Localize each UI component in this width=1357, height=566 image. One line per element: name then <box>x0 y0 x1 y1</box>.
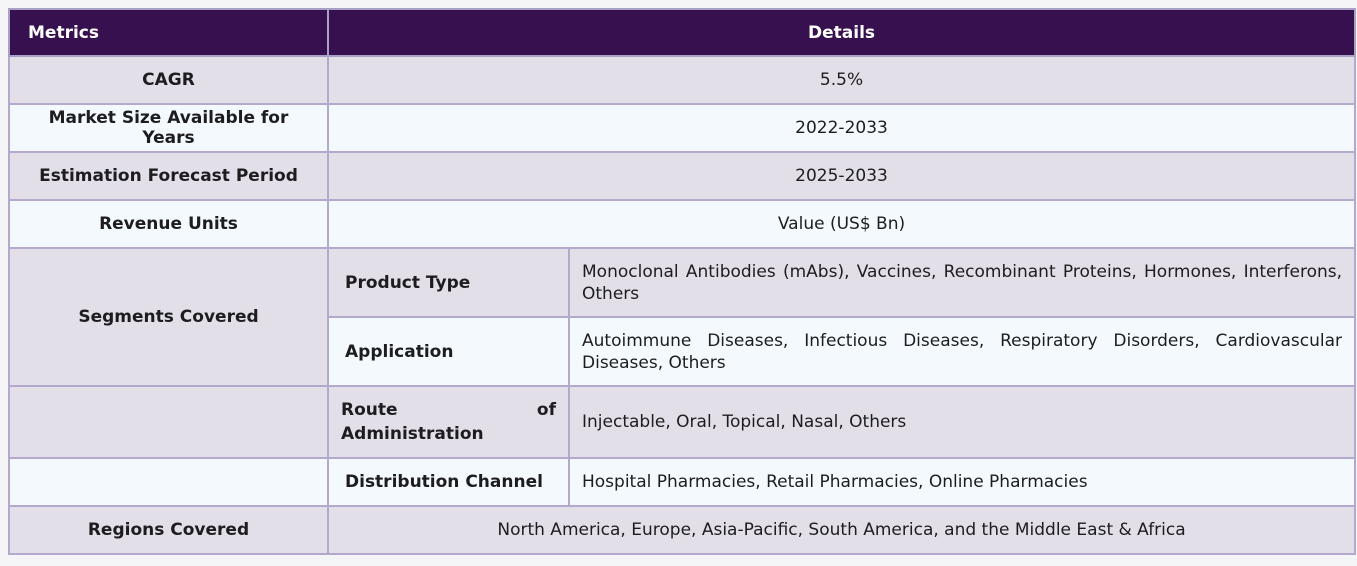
segments-covered-label: Segments Covered <box>8 247 329 387</box>
metric-label: CAGR <box>8 55 329 105</box>
table-row-segment-distribution: Distribution Channel Hospital Pharmacies… <box>8 457 1357 507</box>
header-details: Details <box>326 8 1357 57</box>
metric-value: 2025-2033 <box>326 151 1357 201</box>
table-row-revenue-units: Revenue Units Value (US$ Bn) <box>8 199 1357 249</box>
segment-value: Autoimmune Diseases, Infectious Diseases… <box>567 316 1357 387</box>
segment-name-cell: Route of Administration <box>327 385 570 459</box>
table-header-row: Metrics Details <box>8 8 1357 57</box>
segment-value: Hospital Pharmacies, Retail Pharmacies, … <box>567 457 1357 507</box>
table-row-segment-route: Route of Administration Injectable, Oral… <box>8 385 1357 459</box>
segment-name: Route of Administration <box>341 400 556 444</box>
segment-name: Product Type <box>327 247 570 318</box>
segment-name: Distribution Channel <box>327 457 570 507</box>
metric-label: Estimation Forecast Period <box>8 151 329 201</box>
metric-label: Market Size Available for Years <box>8 103 329 153</box>
metric-value: North America, Europe, Asia-Pacific, Sou… <box>326 505 1357 555</box>
empty-cell <box>8 457 329 507</box>
table-row-regions: Regions Covered North America, Europe, A… <box>8 505 1357 555</box>
segment-value: Injectable, Oral, Topical, Nasal, Others <box>567 385 1357 459</box>
table-row-cagr: CAGR 5.5% <box>8 55 1357 105</box>
table-row-segment-product-type: Segments Covered Product Type Monoclonal… <box>8 247 1357 387</box>
metric-label: Revenue Units <box>8 199 329 249</box>
metric-value: 5.5% <box>326 55 1357 105</box>
table-row-market-size: Market Size Available for Years 2022-203… <box>8 103 1357 153</box>
segment-name: Application <box>327 316 570 387</box>
metric-label: Regions Covered <box>8 505 329 555</box>
segment-value: Monoclonal Antibodies (mAbs), Vaccines, … <box>567 247 1357 318</box>
metric-value: Value (US$ Bn) <box>326 199 1357 249</box>
empty-cell <box>8 385 329 459</box>
market-metrics-table: Metrics Details CAGR 5.5% Market Size Av… <box>8 8 1357 555</box>
header-metrics: Metrics <box>8 8 329 57</box>
metric-value: 2022-2033 <box>326 103 1357 153</box>
table-row-forecast: Estimation Forecast Period 2025-2033 <box>8 151 1357 201</box>
